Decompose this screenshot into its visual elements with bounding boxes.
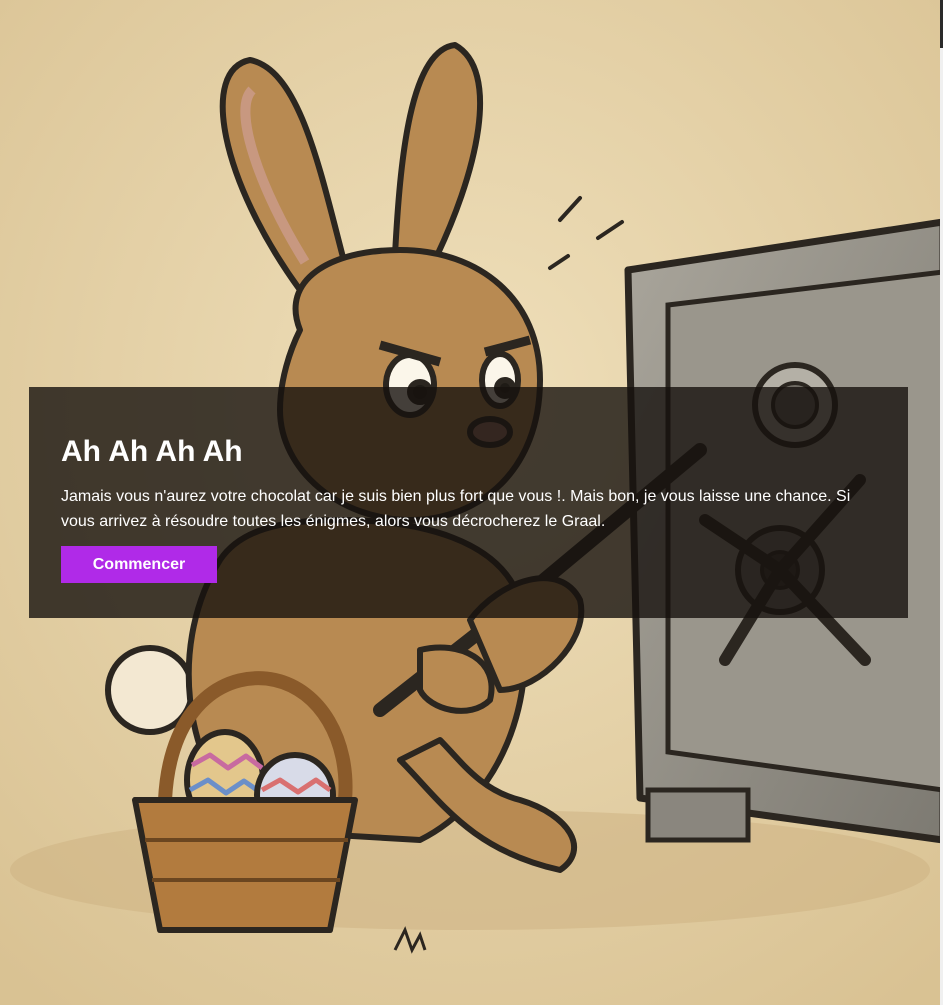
intro-title: Ah Ah Ah Ah bbox=[61, 435, 243, 468]
page: Ah Ah Ah Ah Jamais vous n'aurez votre ch… bbox=[0, 0, 943, 1005]
start-button[interactable]: Commencer bbox=[61, 546, 217, 583]
intro-panel: Ah Ah Ah Ah Jamais vous n'aurez votre ch… bbox=[29, 387, 908, 618]
intro-description: Jamais vous n'aurez votre chocolat car j… bbox=[61, 488, 851, 530]
